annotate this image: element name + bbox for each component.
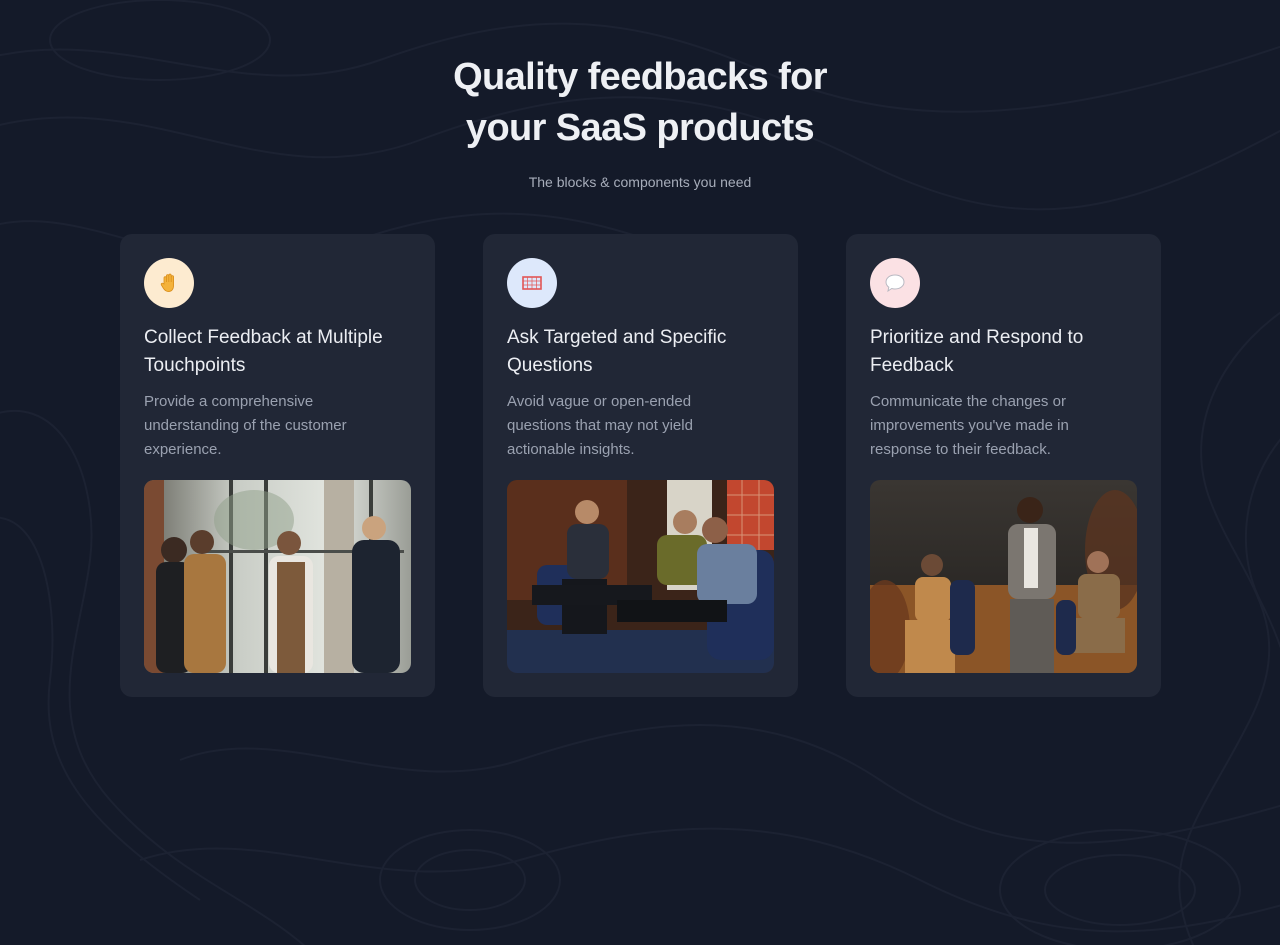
page-title: Quality feedbacks for your SaaS products (380, 52, 900, 154)
photo-speaker-on-stage (870, 480, 1137, 673)
feature-card-collect-feedback: Collect Feedback at Multiple Touchpoints… (120, 234, 435, 697)
raised-hand-icon (160, 273, 174, 293)
card-title: Prioritize and Respond to Feedback (870, 327, 1084, 376)
feature-card-prioritize-respond: Prioritize and Respond to Feedback Commu… (846, 234, 1161, 697)
speech-bubble-icon (885, 274, 905, 293)
page-title-line-1: Quality feedbacks for (453, 56, 827, 98)
page-subtitle: The blocks & components you need (528, 174, 752, 190)
photo-people-talking-by-window (144, 480, 411, 673)
card-description: Avoid vague or open-ended questions that… (507, 393, 693, 458)
icon-badge (144, 258, 194, 308)
card-title: Collect Feedback at Multiple Touchpoints (144, 327, 383, 376)
page: Quality feedbacks for your SaaS products… (0, 0, 1280, 945)
card-title: Ask Targeted and Specific Questions (507, 327, 727, 376)
photo-panel-discussion (507, 480, 774, 673)
icon-badge (870, 258, 920, 308)
card-description: Provide a comprehensive understanding of… (144, 393, 347, 458)
card-photo (144, 480, 411, 673)
card-photo (870, 480, 1137, 673)
card-photo (507, 480, 774, 673)
goal-net-icon (522, 276, 542, 290)
hero-section: Quality feedbacks for your SaaS products… (0, 0, 1280, 192)
feature-cards: Collect Feedback at Multiple Touchpoints… (120, 234, 1161, 697)
card-description: Communicate the changes or improvements … (870, 393, 1069, 458)
page-title-line-2: your SaaS products (465, 107, 815, 149)
icon-badge (507, 258, 557, 308)
feature-card-targeted-questions: Ask Targeted and Specific Questions Avoi… (483, 234, 798, 697)
